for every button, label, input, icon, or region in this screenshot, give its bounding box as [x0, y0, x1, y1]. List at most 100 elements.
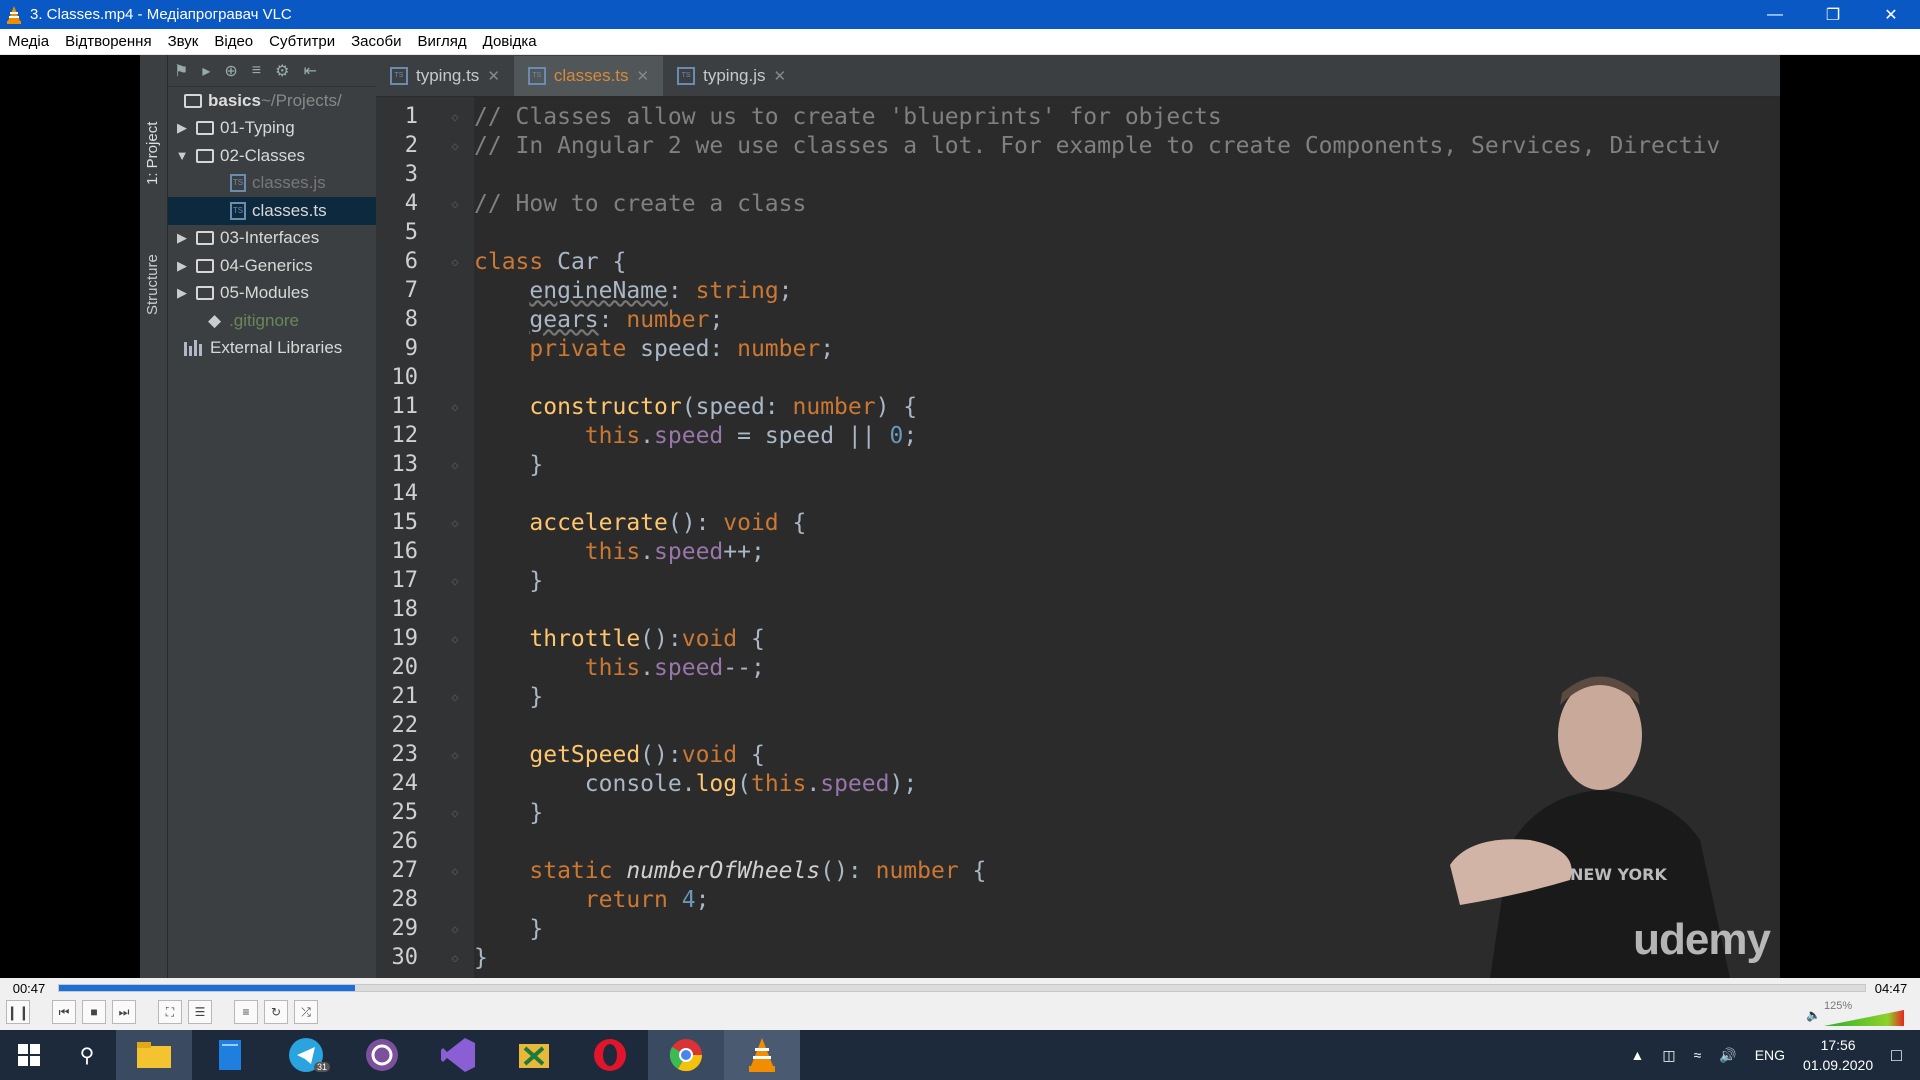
menu-playback[interactable]: Відтворення: [57, 33, 159, 50]
tree-file-gitignore: ◆ .gitignore: [168, 307, 376, 335]
fold-marker-icon: ◇: [451, 399, 459, 414]
tree-label: basics: [208, 90, 261, 110]
fold-marker-icon: ◇: [451, 196, 459, 211]
line-number: 26: [391, 829, 419, 854]
notification-icon[interactable]: □: [1891, 1045, 1902, 1066]
taskbar-viber[interactable]: [344, 1030, 420, 1080]
menu-view[interactable]: Вигляд: [409, 33, 474, 50]
code-line: 10: [376, 363, 1780, 392]
chrome-icon: [669, 1039, 703, 1072]
line-number: 3: [404, 162, 418, 187]
code-text: }: [474, 799, 544, 826]
code-text: getSpeed():void {: [529, 741, 765, 768]
menu-help[interactable]: Довідка: [475, 33, 545, 50]
line-number: 15: [391, 510, 419, 535]
taskbar-vlc[interactable]: [724, 1030, 800, 1080]
seek-progress: [59, 985, 356, 991]
svg-text:NEW YORK: NEW YORK: [1570, 865, 1667, 884]
tree-folder-05-modules: ▶ 05-Modules: [168, 280, 376, 308]
tree-label: 05-Modules: [220, 283, 309, 303]
line-number: 7: [404, 278, 418, 303]
tree-label: External Libraries: [210, 338, 343, 358]
loop-button[interactable]: ↻: [264, 1000, 288, 1024]
tree-label: .gitignore: [229, 310, 300, 330]
folder-icon: [137, 1042, 171, 1068]
code-line: 15 ◇ accelerate(): void {: [376, 508, 1780, 537]
extended-settings-button[interactable]: ☰: [188, 1000, 212, 1024]
volume-wedge: [1824, 1010, 1904, 1026]
video-frame[interactable]: 1: Project Structure ⚑ ▸ ⊕ ≡ ⚙ ⇤ basics …: [0, 55, 1920, 978]
opera-icon: [594, 1039, 626, 1071]
target-icon: ⊕: [224, 62, 238, 80]
fullscreen-button[interactable]: ⛶: [158, 1000, 182, 1024]
restore-button[interactable]: ❐: [1804, 0, 1862, 29]
expand-arrow-icon: ▶: [177, 285, 187, 301]
vlc-cone-icon: [7, 5, 21, 24]
tree-label: 04-Generics: [220, 255, 313, 275]
expand-arrow-icon: ▶: [177, 230, 187, 246]
expand-arrow-icon: ▶: [177, 257, 187, 273]
code-line: 4 ◇ // How to create a class: [376, 189, 1780, 218]
gear-icon: ⚙: [275, 62, 290, 80]
speaker-icon: 🔈: [1806, 1008, 1821, 1022]
language-indicator[interactable]: ENG: [1755, 1047, 1785, 1063]
line-number: 20: [391, 655, 419, 680]
shuffle-button[interactable]: ⤮: [294, 1000, 318, 1024]
clock-date: 01.09.2020: [1803, 1057, 1874, 1073]
total-time: 04:47: [1874, 980, 1908, 996]
taskbar-opera[interactable]: [572, 1030, 648, 1080]
code-line: 6 ◇ class Car {: [376, 247, 1780, 276]
taskbar-visual-studio[interactable]: [420, 1030, 496, 1080]
fold-marker-icon: ◇: [451, 950, 459, 965]
line-number: 6: [404, 249, 418, 274]
code-text: }: [474, 944, 488, 971]
pause-button[interactable]: ❙❙: [6, 1000, 30, 1024]
line-number: 23: [391, 742, 419, 767]
seek-slider[interactable]: [58, 984, 1866, 992]
code-line: 9 private speed: number;: [376, 334, 1780, 363]
menu-subtitles[interactable]: Субтитри: [261, 33, 343, 50]
minimize-button[interactable]: —: [1746, 0, 1804, 29]
code-text: static numberOfWheels(): number {: [529, 857, 987, 884]
tree-label: 02-Classes: [220, 145, 306, 165]
taskbar-telegram[interactable]: 31: [268, 1030, 344, 1080]
system-tray: ▲ ◫ ≈ 🔊 ENG 17:56 01.09.2020 □: [1630, 1030, 1920, 1080]
wifi-icon[interactable]: ≈: [1694, 1047, 1702, 1063]
close-button[interactable]: ✕: [1862, 0, 1920, 29]
playlist-button[interactable]: ≡: [234, 1000, 258, 1024]
taskbar-notes[interactable]: [192, 1030, 268, 1080]
folder-icon: [196, 286, 214, 301]
project-panel: ⚑ ▸ ⊕ ≡ ⚙ ⇤ basics ~/Projects/ ▶ 01-Typi…: [168, 55, 376, 978]
taskbar-file-explorer[interactable]: [116, 1030, 192, 1080]
tree-label: classes.ts: [252, 200, 327, 220]
code-text: // How to create a class: [474, 190, 807, 217]
speaker-icon[interactable]: 🔊: [1719, 1047, 1736, 1064]
clock-time: 17:56: [1820, 1037, 1856, 1053]
taskbar-chrome[interactable]: [648, 1030, 724, 1080]
line-number: 25: [391, 800, 419, 825]
fold-marker-icon: ◇: [451, 457, 459, 472]
next-button[interactable]: ⏭: [112, 1000, 136, 1024]
battery-icon[interactable]: ◫: [1662, 1047, 1675, 1064]
line-number: 21: [391, 684, 419, 709]
chevron-up-icon[interactable]: ▲: [1630, 1047, 1644, 1063]
search-button[interactable]: ⚲: [58, 1030, 116, 1080]
volume-slider[interactable]: 🔈 125%: [1806, 1000, 1906, 1026]
code-text: accelerate(): void {: [529, 509, 807, 536]
code-line: 14: [376, 479, 1780, 508]
flag-icon: ⚑: [174, 62, 189, 80]
stop-button[interactable]: ■: [82, 1000, 106, 1024]
line-number: 11: [391, 394, 419, 419]
collapse-icon: ≡: [251, 61, 262, 79]
taskbar-snipping-tool[interactable]: [496, 1030, 572, 1080]
previous-button[interactable]: ⏮: [52, 1000, 76, 1024]
menu-video[interactable]: Відео: [206, 33, 261, 50]
menu-audio[interactable]: Звук: [160, 33, 207, 50]
menu-media[interactable]: Медіа: [0, 33, 57, 50]
ide-side-strip: 1: Project Structure: [140, 55, 168, 978]
structure-tool-tab: Structure: [144, 254, 161, 315]
start-button[interactable]: [0, 1030, 58, 1080]
menu-tools[interactable]: Засоби: [343, 33, 409, 50]
clock[interactable]: 17:56 01.09.2020: [1803, 1035, 1873, 1075]
line-number: 19: [391, 626, 419, 651]
